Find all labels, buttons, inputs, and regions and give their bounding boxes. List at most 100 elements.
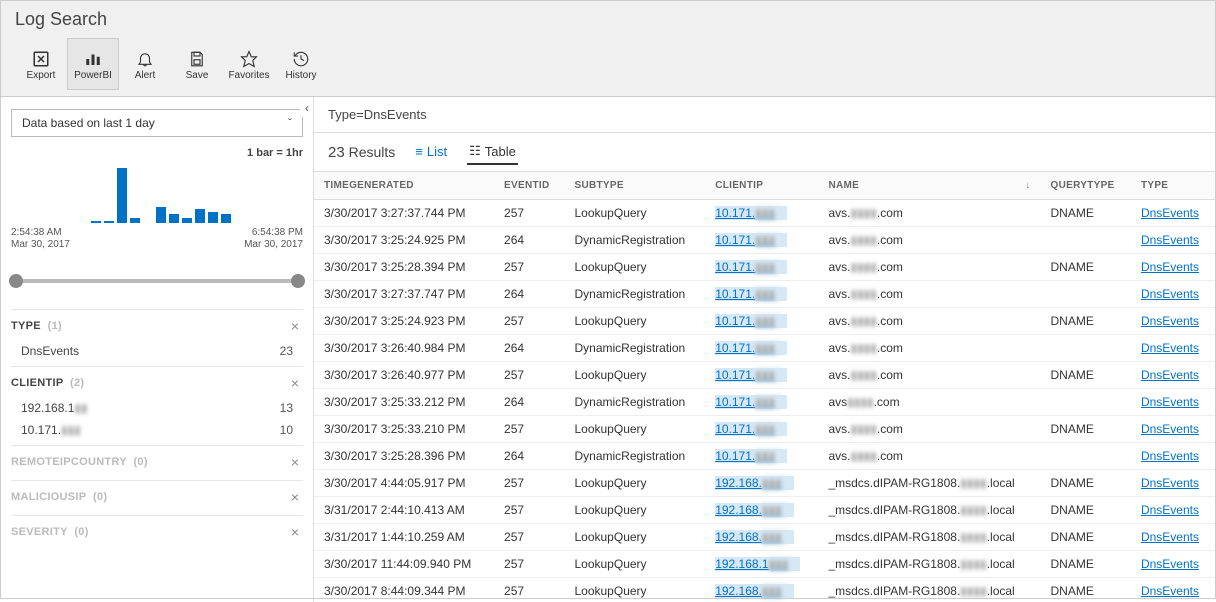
cell-type[interactable]: DnsEvents — [1131, 227, 1215, 254]
cell-querytype: DNAME — [1041, 254, 1131, 281]
cell-clientip[interactable]: 10.171.▮▮▮ — [705, 227, 818, 254]
bar-chart[interactable] — [11, 163, 303, 223]
table-row[interactable]: 3/30/2017 3:25:33.210 PM257LookupQuery10… — [314, 416, 1215, 443]
table-row[interactable]: 3/30/2017 3:26:40.984 PM264DynamicRegist… — [314, 335, 1215, 362]
facet-item[interactable]: 192.168.1▮▮13 — [11, 397, 303, 419]
table-row[interactable]: 3/31/2017 2:44:10.413 AM257LookupQuery19… — [314, 497, 1215, 524]
date-range-dropdown[interactable]: Data based on last 1 day ˇ — [11, 109, 303, 137]
col-timegenerated[interactable]: TIMEGENERATED — [314, 172, 494, 200]
time-range-slider[interactable] — [11, 269, 303, 293]
cell-type[interactable]: DnsEvents — [1131, 308, 1215, 335]
collapse-sidebar-button[interactable]: ‹ — [300, 99, 314, 117]
query-bar[interactable]: Type=DnsEvents — [314, 97, 1215, 133]
cell-type[interactable]: DnsEvents — [1131, 497, 1215, 524]
cell-type[interactable]: DnsEvents — [1131, 362, 1215, 389]
table-row[interactable]: 3/30/2017 8:44:09.344 PM257LookupQuery19… — [314, 578, 1215, 602]
cell-clientip[interactable]: 192.168.▮▮▮ — [705, 497, 818, 524]
cell-type[interactable]: DnsEvents — [1131, 335, 1215, 362]
bar-legend: 1 bar = 1hr — [247, 147, 303, 159]
cell-clientip[interactable]: 10.171.▮▮▮ — [705, 362, 818, 389]
table-row[interactable]: 3/30/2017 11:44:09.940 PM257LookupQuery1… — [314, 551, 1215, 578]
histogram-bar[interactable] — [208, 212, 218, 223]
histogram-bar[interactable] — [91, 221, 101, 223]
toolbar-export-button[interactable]: Export — [15, 38, 67, 90]
table-row[interactable]: 3/30/2017 3:27:37.747 PM264DynamicRegist… — [314, 281, 1215, 308]
history-icon — [292, 48, 310, 70]
cell-querytype: DNAME — [1041, 308, 1131, 335]
col-eventid[interactable]: EVENTID — [494, 172, 564, 200]
col-type[interactable]: TYPE — [1131, 172, 1215, 200]
cell-type[interactable]: DnsEvents — [1131, 551, 1215, 578]
cell-type[interactable]: DnsEvents — [1131, 470, 1215, 497]
cell-querytype: DNAME — [1041, 497, 1131, 524]
col-querytype[interactable]: QUERYTYPE — [1041, 172, 1131, 200]
col-subtype[interactable]: SUBTYPE — [564, 172, 705, 200]
cell-subtype: LookupQuery — [564, 254, 705, 281]
col-clientip[interactable]: CLIENTIP — [705, 172, 818, 200]
cell-type[interactable]: DnsEvents — [1131, 281, 1215, 308]
cell-clientip[interactable]: 192.168.1▮▮▮ — [705, 551, 818, 578]
slider-thumb-left[interactable] — [9, 274, 23, 288]
toolbar-favorites-button[interactable]: Favorites — [223, 38, 275, 90]
cell-clientip[interactable]: 192.168.▮▮▮ — [705, 524, 818, 551]
table-row[interactable]: 3/30/2017 3:25:28.396 PM264DynamicRegist… — [314, 443, 1215, 470]
histogram-bar[interactable] — [195, 209, 205, 223]
cell-clientip[interactable]: 10.171.▮▮▮ — [705, 389, 818, 416]
facet-close-button[interactable]: × — [287, 524, 303, 540]
toolbar-save-label: Save — [186, 70, 209, 81]
table-row[interactable]: 3/30/2017 3:25:28.394 PM257LookupQuery10… — [314, 254, 1215, 281]
table-row[interactable]: 3/30/2017 3:26:40.977 PM257LookupQuery10… — [314, 362, 1215, 389]
view-tab-table[interactable]: ☷Table — [467, 139, 518, 165]
cell-type[interactable]: DnsEvents — [1131, 416, 1215, 443]
cell-clientip[interactable]: 192.168.▮▮▮ — [705, 578, 818, 602]
table-row[interactable]: 3/30/2017 4:44:05.917 PM257LookupQuery19… — [314, 470, 1215, 497]
histogram-bar[interactable] — [221, 214, 231, 223]
toolbar-alert-button[interactable]: Alert — [119, 38, 171, 90]
table-row[interactable]: 3/30/2017 3:25:24.923 PM257LookupQuery10… — [314, 308, 1215, 335]
cell-type[interactable]: DnsEvents — [1131, 578, 1215, 602]
histogram-bar[interactable] — [130, 218, 140, 223]
cell-clientip[interactable]: 10.171.▮▮▮ — [705, 200, 818, 227]
facet-item[interactable]: 10.171.▮▮▮10 — [11, 419, 303, 441]
cell-clientip[interactable]: 10.171.▮▮▮ — [705, 281, 818, 308]
table-row[interactable]: 3/30/2017 3:27:37.744 PM257LookupQuery10… — [314, 200, 1215, 227]
cell-type[interactable]: DnsEvents — [1131, 254, 1215, 281]
main: Type=DnsEvents 23 Results ≡List ☷Table T… — [314, 97, 1215, 602]
chart-start-label: 2:54:38 AM Mar 30, 2017 — [11, 227, 70, 251]
chart-end-time: 6:54:38 PM — [244, 227, 303, 239]
histogram-bar[interactable] — [117, 168, 127, 223]
cell-type[interactable]: DnsEvents — [1131, 443, 1215, 470]
histogram-bar[interactable] — [169, 214, 179, 223]
x-square-icon — [32, 48, 50, 70]
table-row[interactable]: 3/31/2017 1:44:10.259 AM257LookupQuery19… — [314, 524, 1215, 551]
facet-close-button[interactable]: × — [287, 375, 303, 391]
cell-type[interactable]: DnsEvents — [1131, 389, 1215, 416]
facet-close-button[interactable]: × — [287, 318, 303, 334]
histogram-bar[interactable] — [182, 218, 192, 223]
cell-clientip[interactable]: 10.171.▮▮▮ — [705, 443, 818, 470]
cell-type[interactable]: DnsEvents — [1131, 200, 1215, 227]
facet-close-button[interactable]: × — [287, 454, 303, 470]
toolbar-save-button[interactable]: Save — [171, 38, 223, 90]
facet-close-button[interactable]: × — [287, 489, 303, 505]
table-row[interactable]: 3/30/2017 3:25:33.212 PM264DynamicRegist… — [314, 389, 1215, 416]
toolbar-powerbi-button[interactable]: PowerBI — [67, 38, 119, 90]
table-row[interactable]: 3/30/2017 3:25:24.925 PM264DynamicRegist… — [314, 227, 1215, 254]
cell-clientip[interactable]: 10.171.▮▮▮ — [705, 308, 818, 335]
cell-clientip[interactable]: 10.171.▮▮▮ — [705, 254, 818, 281]
cell-type[interactable]: DnsEvents — [1131, 524, 1215, 551]
histogram-bar[interactable] — [104, 221, 114, 223]
cell-clientip[interactable]: 10.171.▮▮▮ — [705, 335, 818, 362]
facet-title: SEVERITY (0) — [11, 526, 89, 538]
toolbar-history-button[interactable]: History — [275, 38, 327, 90]
facet-item[interactable]: DnsEvents23 — [11, 340, 303, 362]
cell-time: 3/30/2017 3:26:40.977 PM — [314, 362, 494, 389]
col-name[interactable]: NAME↓ — [818, 172, 1040, 200]
view-bar: 23 Results ≡List ☷Table — [314, 133, 1215, 172]
facet-title: MALICIOUSIP (0) — [11, 491, 107, 503]
histogram-bar[interactable] — [156, 207, 166, 223]
view-tab-list[interactable]: ≡List — [413, 140, 449, 165]
cell-clientip[interactable]: 10.171.▮▮▮ — [705, 416, 818, 443]
cell-clientip[interactable]: 192.168.▮▮▮ — [705, 470, 818, 497]
slider-thumb-right[interactable] — [291, 274, 305, 288]
